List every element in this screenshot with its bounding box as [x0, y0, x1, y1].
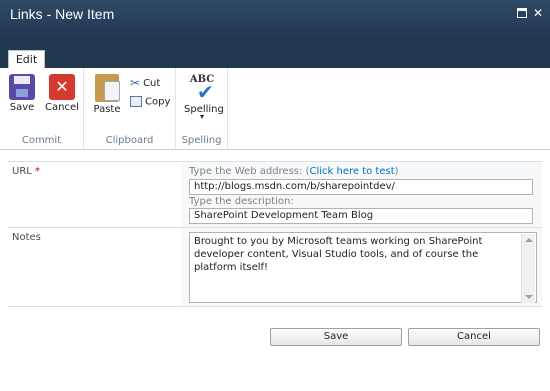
- ribbon: Save ✕ Cancel Commit Paste ✂ Cut Copy Cli…: [0, 68, 550, 150]
- notes-row: Notes Brought to you by Microsoft teams …: [8, 227, 542, 307]
- close-icon[interactable]: ✕: [533, 7, 543, 19]
- tab-edit[interactable]: Edit: [8, 50, 45, 69]
- cut-icon: ✂: [130, 76, 141, 90]
- clipboard-group: Paste ✂ Cut Copy Clipboard: [84, 68, 176, 150]
- copy-label: Copy: [145, 96, 171, 108]
- copy-button[interactable]: Copy: [130, 96, 170, 108]
- save-ribbon-label: Save: [9, 102, 35, 113]
- paste-icon: [95, 74, 120, 102]
- ribbon-tab-strip: Edit: [0, 44, 550, 69]
- url-description-hint: Type the description:: [189, 196, 294, 207]
- spelling-group: ABC ✔ Spelling ▾ Spelling: [176, 68, 228, 150]
- notes-field-area: Brought to you by Microsoft teams workin…: [181, 228, 542, 306]
- url-label: URL *: [12, 166, 41, 177]
- url-field-area: Type the Web address: (Click here to tes…: [181, 162, 542, 227]
- url-address-hint: Type the Web address: (Click here to tes…: [189, 166, 399, 177]
- spelling-icon: ABC ✔: [189, 74, 215, 104]
- save-button[interactable]: Save: [270, 328, 402, 346]
- notes-textarea[interactable]: Brought to you by Microsoft teams workin…: [189, 232, 537, 303]
- test-link[interactable]: Click here to test: [309, 166, 394, 177]
- spelling-group-label: Spelling: [181, 135, 222, 146]
- paste-label: Paste: [93, 104, 121, 115]
- paste-button[interactable]: Paste: [92, 74, 122, 115]
- copy-icon: [130, 96, 142, 107]
- spelling-button[interactable]: ABC ✔ Spelling ▾: [184, 74, 224, 121]
- cancel-button[interactable]: Cancel: [408, 328, 540, 346]
- cancel-ribbon-label: Cancel: [45, 102, 79, 113]
- save-icon: [9, 74, 35, 100]
- save-ribbon-button[interactable]: Save: [6, 74, 38, 113]
- title-bar: Links - New Item ✕: [0, 0, 550, 44]
- cancel-icon: ✕: [49, 74, 75, 100]
- notes-label: Notes: [12, 232, 41, 243]
- notes-scrollbar[interactable]: [521, 234, 535, 303]
- cancel-ribbon-button[interactable]: ✕ Cancel: [44, 74, 80, 113]
- required-marker: *: [35, 166, 41, 177]
- clipboard-group-label: Clipboard: [105, 135, 154, 146]
- commit-group-label: Commit: [21, 135, 62, 146]
- url-address-input[interactable]: http://blogs.msdn.com/b/sharepointdev/: [189, 179, 533, 195]
- scroll-down-icon[interactable]: [525, 295, 533, 299]
- maximize-icon[interactable]: [517, 8, 527, 18]
- scroll-up-icon[interactable]: [525, 238, 533, 242]
- commit-group: Save ✕ Cancel Commit: [0, 68, 84, 150]
- url-row: URL * Type the Web address: (Click here …: [8, 161, 542, 227]
- window-title: Links - New Item: [10, 6, 115, 22]
- notes-text: Brought to you by Microsoft teams workin…: [194, 236, 483, 273]
- cut-label: Cut: [143, 78, 161, 89]
- cut-button[interactable]: ✂ Cut: [130, 76, 160, 90]
- url-description-input[interactable]: SharePoint Development Team Blog: [189, 208, 533, 224]
